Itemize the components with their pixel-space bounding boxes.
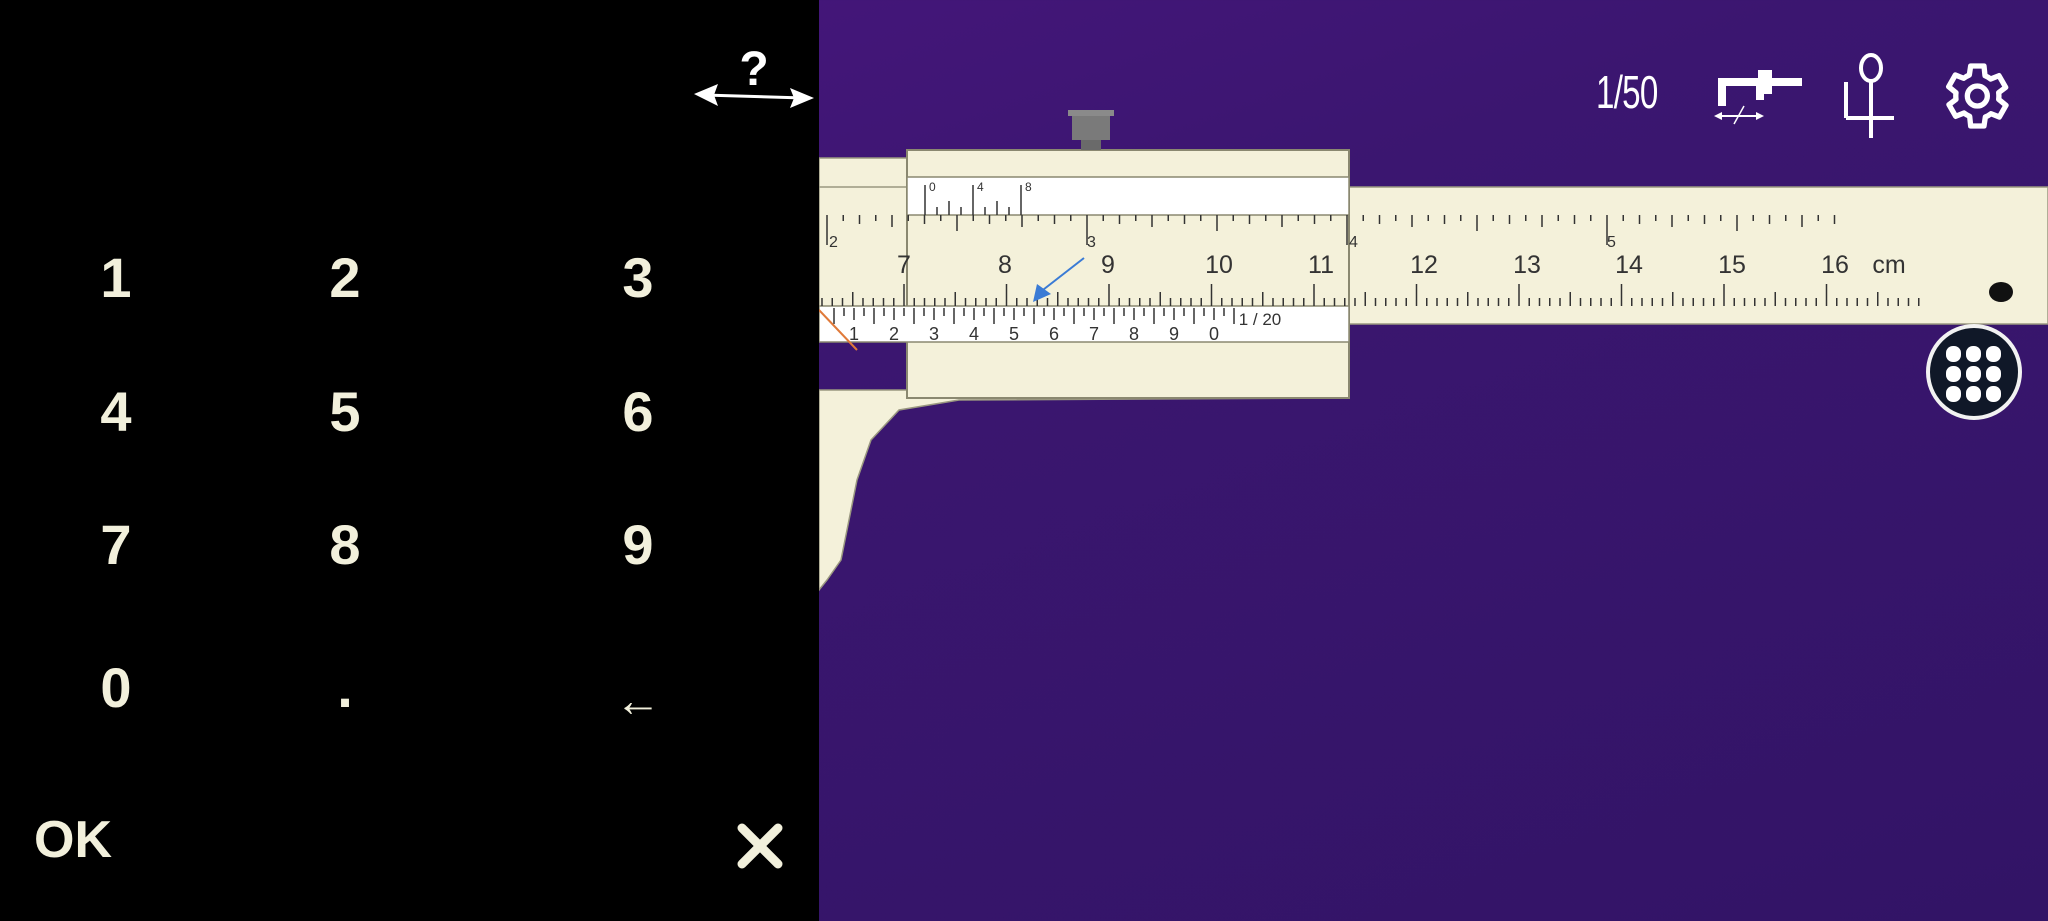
caliper-icon (1714, 70, 1802, 125)
key-9[interactable]: 9 (558, 495, 718, 595)
vernier-number-0: 0 (1209, 324, 1219, 344)
caliper-mode-button[interactable] (1712, 66, 1806, 128)
cm-number-14: 14 (1615, 251, 1643, 279)
key-7[interactable]: 7 (36, 495, 196, 595)
inch-number-4: 4 (1349, 234, 1358, 251)
vernier-number-5: 5 (1009, 324, 1019, 344)
cm-number-9: 9 (1101, 251, 1115, 279)
key-6[interactable]: 6 (558, 362, 718, 462)
beam-end-hole (1989, 282, 2013, 302)
clamp-screw-head[interactable] (1072, 112, 1110, 140)
vernier-number-7: 7 (1089, 324, 1099, 344)
gear-icon (1946, 63, 2009, 129)
cm-number-12: 12 (1410, 251, 1438, 279)
resolution-label[interactable]: 1/50 (1596, 62, 1658, 122)
ok-button[interactable]: OK (34, 805, 124, 875)
cm-number-10: 10 (1205, 251, 1233, 279)
vernier-number-1: 1 (849, 324, 859, 344)
cm-unit-label: cm (1872, 251, 1905, 279)
lower-jaw (818, 389, 1350, 593)
cm-number-13: 13 (1513, 251, 1541, 279)
vernier-number-3: 3 (929, 324, 939, 344)
inch-number-2: 2 (829, 234, 838, 251)
key-8[interactable]: 8 (265, 495, 425, 595)
help-button[interactable]: ? (692, 42, 816, 112)
key-decimal-point[interactable]: . (265, 638, 425, 738)
close-button[interactable] (736, 822, 784, 870)
cm-number-8: 8 (998, 251, 1012, 279)
cm-number-15: 15 (1718, 251, 1746, 279)
keypad-grid-icon (1946, 346, 2001, 402)
vernier-number-9: 9 (1169, 324, 1179, 344)
numeric-keypad-panel: ? 1 2 3 4 5 6 7 8 9 0 . ← OK (0, 0, 819, 921)
key-backspace[interactable]: ← (558, 650, 718, 750)
upper-jaw-stub (818, 157, 910, 189)
upper-vernier-4: 4 (977, 180, 984, 194)
depth-gauge-button[interactable] (1836, 52, 1906, 140)
key-5[interactable]: 5 (265, 362, 425, 462)
keypad-toggle-button[interactable] (1926, 324, 2022, 420)
key-2[interactable]: 2 (265, 228, 425, 328)
key-4[interactable]: 4 (36, 362, 196, 462)
inch-number-5: 5 (1607, 234, 1616, 251)
key-0[interactable]: 0 (36, 638, 196, 738)
cm-number-16: 16 (1821, 251, 1849, 279)
settings-button[interactable] (1934, 56, 2014, 136)
cm-number-7: 7 (897, 251, 911, 279)
upper-vernier-8: 8 (1025, 180, 1032, 194)
close-icon (737, 823, 783, 869)
depth-gauge-icon (1844, 53, 1894, 138)
vernier-number-2: 2 (889, 324, 899, 344)
vernier-number-6: 6 (1049, 324, 1059, 344)
vernier-number-8: 8 (1129, 324, 1139, 344)
double-arrow-icon (694, 84, 814, 108)
inch-number-3: 3 (1087, 234, 1096, 251)
vernier-number-4: 4 (969, 324, 979, 344)
key-3[interactable]: 3 (558, 228, 718, 328)
cm-number-11: 11 (1308, 251, 1334, 279)
vernier-resolution-label: 1 / 20 (1239, 310, 1282, 329)
upper-vernier-0: 0 (929, 180, 936, 194)
key-1[interactable]: 1 (36, 228, 196, 328)
